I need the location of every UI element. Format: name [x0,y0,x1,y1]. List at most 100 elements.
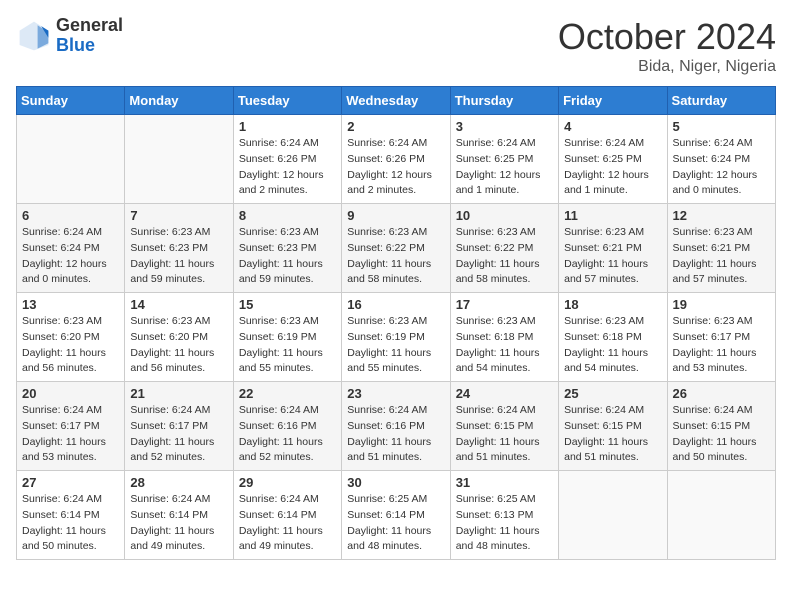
day-info: Sunrise: 6:24 AMSunset: 6:14 PMDaylight:… [130,492,227,555]
day-info: Sunrise: 6:24 AMSunset: 6:25 PMDaylight:… [564,136,661,199]
weekday-header: Monday [125,87,233,115]
calendar-cell: 1Sunrise: 6:24 AMSunset: 6:26 PMDaylight… [233,115,341,204]
calendar-cell: 2 Sunrise: 6:24 AMSunset: 6:26 PMDaylight… [342,115,450,204]
day-info: Sunrise: 6:24 AMSunset: 6:17 PMDaylight:… [130,403,227,466]
day-number: 20 [22,386,119,401]
day-number: 2 [347,119,444,134]
day-number: 4 [564,119,661,134]
calendar-cell: 23 Sunrise: 6:24 AMSunset: 6:16 PMDayligh… [342,382,450,471]
day-number: 13 [22,297,119,312]
day-info: Sunrise: 6:23 AMSunset: 6:21 PMDaylight:… [564,225,661,288]
day-number: 6 [22,208,119,223]
calendar-cell: 14 Sunrise: 6:23 AMSunset: 6:20 PMDayligh… [125,293,233,382]
day-number: 15 [239,297,336,312]
page-header: General Blue October 2024 Bida, Niger, N… [16,16,776,76]
calendar-week-row: 6 Sunrise: 6:24 AMSunset: 6:24 PMDaylight… [17,204,776,293]
weekday-header: Thursday [450,87,558,115]
day-info: Sunrise: 6:23 AMSunset: 6:23 PMDaylight:… [130,225,227,288]
day-info: Sunrise: 6:24 AMSunset: 6:24 PMDaylight:… [673,136,770,199]
day-info: Sunrise: 6:24 AMSunset: 6:25 PMDaylight:… [456,136,553,199]
calendar-week-row: 27Sunrise: 6:24 AMSunset: 6:14 PMDayligh… [17,471,776,560]
weekday-header-row: SundayMondayTuesdayWednesdayThursdayFrid… [17,87,776,115]
calendar-cell [125,115,233,204]
day-number: 16 [347,297,444,312]
day-number: 11 [564,208,661,223]
day-number: 12 [673,208,770,223]
day-info: Sunrise: 6:24 AMSunset: 6:15 PMDaylight:… [564,403,661,466]
logo-text: General Blue [56,16,123,56]
calendar-cell: 24 Sunrise: 6:24 AMSunset: 6:15 PMDayligh… [450,382,558,471]
day-number: 21 [130,386,227,401]
calendar-cell: 17Sunrise: 6:23 AMSunset: 6:18 PMDayligh… [450,293,558,382]
month-title: October 2024 [558,16,776,58]
day-number: 5 [673,119,770,134]
day-info: Sunrise: 6:23 AMSunset: 6:17 PMDaylight:… [673,314,770,377]
calendar-cell: 28 Sunrise: 6:24 AMSunset: 6:14 PMDayligh… [125,471,233,560]
day-number: 8 [239,208,336,223]
weekday-header: Tuesday [233,87,341,115]
day-info: Sunrise: 6:24 AMSunset: 6:14 PMDaylight:… [239,492,336,555]
calendar-cell: 26 Sunrise: 6:24 AMSunset: 6:15 PMDayligh… [667,382,775,471]
calendar-cell: 29Sunrise: 6:24 AMSunset: 6:14 PMDayligh… [233,471,341,560]
calendar-table: SundayMondayTuesdayWednesdayThursdayFrid… [16,86,776,560]
calendar-cell: 18Sunrise: 6:23 AMSunset: 6:18 PMDayligh… [559,293,667,382]
calendar-cell: 27Sunrise: 6:24 AMSunset: 6:14 PMDayligh… [17,471,125,560]
day-info: Sunrise: 6:24 AMSunset: 6:15 PMDaylight:… [673,403,770,466]
day-info: Sunrise: 6:25 AMSunset: 6:13 PMDaylight:… [456,492,553,555]
day-number: 17 [456,297,553,312]
calendar-cell: 10Sunrise: 6:23 AMSunset: 6:22 PMDayligh… [450,204,558,293]
day-number: 28 [130,475,227,490]
day-number: 26 [673,386,770,401]
day-info: Sunrise: 6:23 AMSunset: 6:18 PMDaylight:… [564,314,661,377]
day-number: 14 [130,297,227,312]
calendar-cell: 5 Sunrise: 6:24 AMSunset: 6:24 PMDaylight… [667,115,775,204]
day-number: 19 [673,297,770,312]
day-info: Sunrise: 6:24 AMSunset: 6:26 PMDaylight:… [347,136,444,199]
day-info: Sunrise: 6:24 AMSunset: 6:16 PMDaylight:… [347,403,444,466]
logo: General Blue [16,16,123,56]
day-info: Sunrise: 6:23 AMSunset: 6:19 PMDaylight:… [347,314,444,377]
calendar-cell: 21 Sunrise: 6:24 AMSunset: 6:17 PMDayligh… [125,382,233,471]
logo-general: General [56,16,123,36]
calendar-cell: 9Sunrise: 6:23 AMSunset: 6:22 PMDaylight… [342,204,450,293]
location-title: Bida, Niger, Nigeria [558,58,776,76]
calendar-cell [667,471,775,560]
calendar-cell [17,115,125,204]
calendar-cell: 15 Sunrise: 6:23 AMSunset: 6:19 PMDayligh… [233,293,341,382]
calendar-cell: 16 Sunrise: 6:23 AMSunset: 6:19 PMDayligh… [342,293,450,382]
calendar-week-row: 1Sunrise: 6:24 AMSunset: 6:26 PMDaylight… [17,115,776,204]
day-info: Sunrise: 6:23 AMSunset: 6:20 PMDaylight:… [22,314,119,377]
calendar-cell: 11 Sunrise: 6:23 AMSunset: 6:21 PMDayligh… [559,204,667,293]
weekday-header: Friday [559,87,667,115]
day-info: Sunrise: 6:23 AMSunset: 6:20 PMDaylight:… [130,314,227,377]
calendar-cell: 20Sunrise: 6:24 AMSunset: 6:17 PMDayligh… [17,382,125,471]
day-number: 25 [564,386,661,401]
day-info: Sunrise: 6:24 AMSunset: 6:26 PMDaylight:… [239,136,336,199]
day-info: Sunrise: 6:23 AMSunset: 6:21 PMDaylight:… [673,225,770,288]
calendar-cell: 31 Sunrise: 6:25 AMSunset: 6:13 PMDayligh… [450,471,558,560]
calendar-cell: 4 Sunrise: 6:24 AMSunset: 6:25 PMDaylight… [559,115,667,204]
calendar-cell [559,471,667,560]
day-number: 31 [456,475,553,490]
logo-blue: Blue [56,36,123,56]
day-number: 7 [130,208,227,223]
day-number: 30 [347,475,444,490]
day-number: 23 [347,386,444,401]
calendar-cell: 22Sunrise: 6:24 AMSunset: 6:16 PMDayligh… [233,382,341,471]
day-info: Sunrise: 6:23 AMSunset: 6:23 PMDaylight:… [239,225,336,288]
title-block: October 2024 Bida, Niger, Nigeria [558,16,776,76]
day-info: Sunrise: 6:24 AMSunset: 6:15 PMDaylight:… [456,403,553,466]
day-info: Sunrise: 6:23 AMSunset: 6:22 PMDaylight:… [347,225,444,288]
day-number: 24 [456,386,553,401]
calendar-cell: 30Sunrise: 6:25 AMSunset: 6:14 PMDayligh… [342,471,450,560]
day-info: Sunrise: 6:23 AMSunset: 6:19 PMDaylight:… [239,314,336,377]
day-info: Sunrise: 6:24 AMSunset: 6:24 PMDaylight:… [22,225,119,288]
calendar-cell: 3 Sunrise: 6:24 AMSunset: 6:25 PMDaylight… [450,115,558,204]
calendar-cell: 25 Sunrise: 6:24 AMSunset: 6:15 PMDayligh… [559,382,667,471]
calendar-cell: 12 Sunrise: 6:23 AMSunset: 6:21 PMDayligh… [667,204,775,293]
day-number: 3 [456,119,553,134]
calendar-cell: 19 Sunrise: 6:23 AMSunset: 6:17 PMDayligh… [667,293,775,382]
calendar-cell: 13 Sunrise: 6:23 AMSunset: 6:20 PMDayligh… [17,293,125,382]
day-info: Sunrise: 6:23 AMSunset: 6:22 PMDaylight:… [456,225,553,288]
calendar-cell: 7 Sunrise: 6:23 AMSunset: 6:23 PMDaylight… [125,204,233,293]
